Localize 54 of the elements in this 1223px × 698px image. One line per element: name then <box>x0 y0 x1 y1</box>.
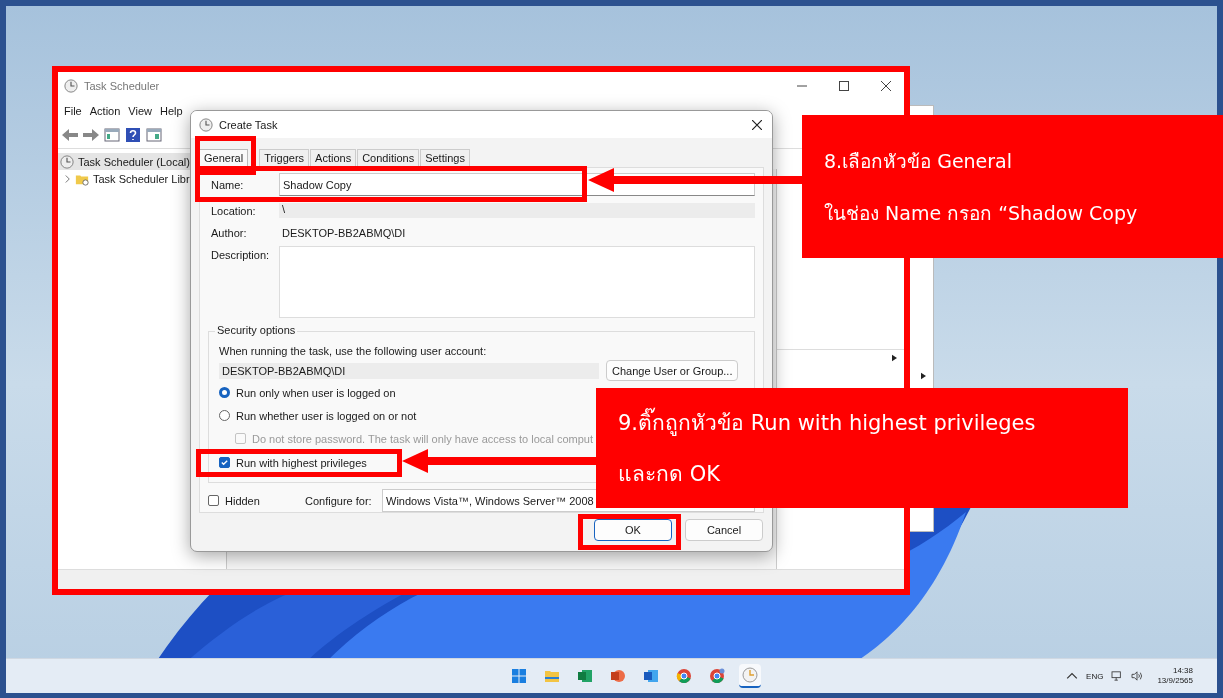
field-label: Description: <box>211 248 271 261</box>
clock-icon[interactable] <box>739 664 761 688</box>
cancel-button[interactable]: Cancel <box>685 519 763 541</box>
language-indicator[interactable]: ENG <box>1086 671 1104 681</box>
checkbox-label: Run with highest privileges <box>236 456 367 469</box>
clock-icon <box>60 154 74 169</box>
checkbox-label: Do not store password. The task will only have access to local comput <box>252 432 593 445</box>
account-prompt: When running the task, use the following user account: <box>219 345 488 357</box>
clock-icon <box>199 117 213 132</box>
user-account-value: DESKTOP-BB2ABMQ\DI <box>219 362 599 379</box>
callout-text: และกด OK <box>618 461 720 488</box>
console-tree-icon[interactable] <box>104 127 120 143</box>
help-icon[interactable] <box>125 127 141 143</box>
author-value: DESKTOP-BB2ABMQ\DI <box>281 227 406 239</box>
radio-button[interactable] <box>219 387 230 398</box>
clock-time[interactable]: 14:38 <box>1172 666 1193 676</box>
close-icon[interactable] <box>752 119 762 130</box>
checkbox[interactable] <box>208 495 219 506</box>
callout-text: 8.เลือกหัวข้อ General <box>824 148 1013 174</box>
action-pane-icon[interactable] <box>146 127 162 143</box>
field-label: Name: <box>211 178 245 191</box>
checkbox[interactable] <box>219 457 230 468</box>
close-icon[interactable] <box>881 81 891 91</box>
checkbox-label: Hidden <box>225 494 261 507</box>
chevron-up-icon[interactable] <box>1066 671 1079 681</box>
radio-option[interactable]: Run whether user is logged on or not <box>219 404 417 427</box>
menu-item[interactable]: Action <box>89 105 121 117</box>
change-user-button[interactable]: Change User or Group... <box>606 360 739 381</box>
maximize-icon[interactable] <box>839 81 849 91</box>
network-icon[interactable] <box>1111 671 1124 681</box>
radio-button[interactable] <box>219 410 230 421</box>
callout-text: 9.ติ๊กถูกหัวข้อ Run with highest privileges <box>618 406 1036 439</box>
back-arrow-icon[interactable] <box>62 127 78 143</box>
window-title: Task Scheduler <box>84 80 160 92</box>
field-label: Configure for: <box>305 494 373 507</box>
ok-button[interactable]: OK <box>594 519 672 541</box>
clock-date[interactable]: 13/9/2565 <box>1157 676 1193 686</box>
clock-icon <box>64 79 78 93</box>
chevron-icon[interactable] <box>64 174 71 183</box>
menu-item[interactable]: Help <box>159 105 183 117</box>
description-field[interactable] <box>279 246 755 318</box>
dialog-title: Create Task <box>219 118 278 131</box>
location-value: \ <box>279 203 755 218</box>
menu-item[interactable]: View <box>128 105 152 117</box>
expand-arrow-icon[interactable] <box>921 372 926 380</box>
speaker-icon[interactable] <box>1131 671 1144 681</box>
expand-arrow-icon[interactable] <box>892 354 897 362</box>
forward-arrow-icon[interactable] <box>83 127 99 143</box>
group-title: Security options <box>215 324 298 336</box>
menu-item[interactable]: File <box>64 105 82 117</box>
field-label: Location: <box>211 204 257 217</box>
field-label: Author: <box>211 227 248 239</box>
radio-option[interactable]: Run only when user is logged on <box>219 381 396 404</box>
callout-text: ในช่อง Name กรอก “Shadow Copy <box>824 200 1138 226</box>
